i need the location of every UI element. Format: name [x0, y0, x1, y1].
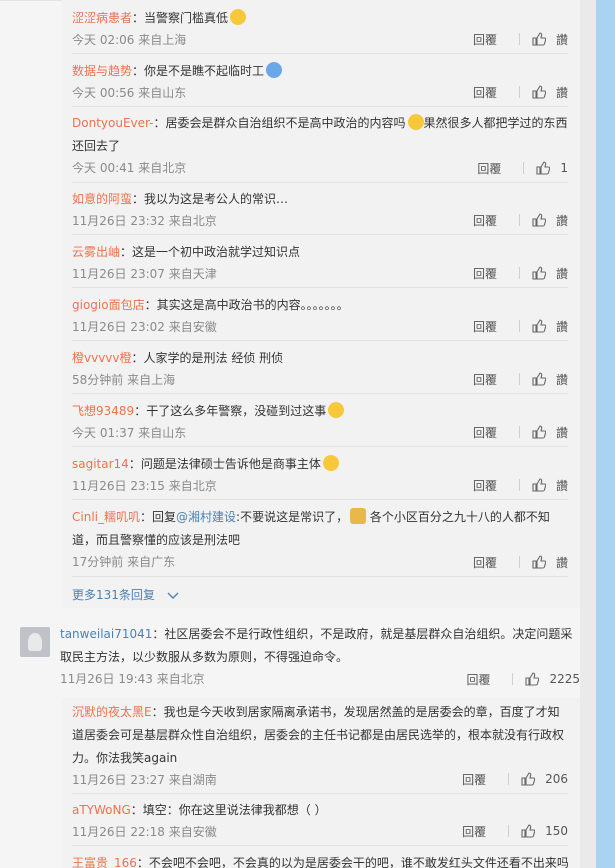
list-item: 云雾出岫：这是一个初中政治就学过知识点 11月26日 23:07 来自天津 回覆… — [72, 241, 568, 288]
list-item: 王富贵_166：不会吧不会吧，不会真的以为是居委会干的吧，谁不敢发红头文件还看不… — [72, 852, 568, 868]
list-item: 涩涩病患者：当警察门槛真低 今天 02:06 来自上海 回覆 讚 — [72, 7, 568, 54]
reply-button[interactable]: 回覆 — [473, 318, 497, 335]
more-replies-label[interactable]: 更多131条回复 — [72, 588, 155, 602]
page-side-bar — [596, 0, 615, 868]
reply-button[interactable]: 回覆 — [473, 84, 497, 101]
reply-username[interactable]: 飞想93489 — [72, 404, 134, 418]
emoji-icon — [322, 455, 339, 471]
like-label[interactable]: 讚 — [556, 318, 568, 335]
reply-text: ：你是不是瞧不起临时工 — [132, 64, 265, 78]
reply-text: ：这是一个初中政治就学过知识点 — [120, 245, 301, 259]
like-label[interactable]: 讚 — [556, 477, 568, 494]
reply-username[interactable]: giogio面包店 — [72, 298, 145, 312]
like-count[interactable]: 1 — [560, 161, 568, 175]
reply-text: ：问题是法律硕士告诉他是商事主体 — [128, 457, 321, 471]
reply-text: ：不会吧不会吧，不会真的以为是居委会干的吧，谁不敢发红头文件还看不出来吗 — [136, 856, 568, 868]
reply-text: ：居委会是群众自治组织不是高中政治的内容吗 — [153, 116, 406, 130]
like-label[interactable]: 讚 — [556, 554, 568, 571]
list-item: 沉默的夜太黑E：我也是今天收到居家隔离承诺书，发现居然盖的是居委会的章，百度了才… — [72, 701, 568, 794]
list-item: 飞想93489：干了这么多年警察，没碰到过这事 今天 01:37 来自山东 回覆… — [72, 400, 568, 447]
reply-username[interactable]: 云雾出岫 — [72, 245, 120, 259]
reply-button[interactable]: 回覆 — [473, 31, 497, 48]
thumbs-up-icon[interactable] — [532, 478, 546, 492]
reply-text: ：当警察门槛真低 — [132, 11, 229, 25]
avatar[interactable] — [20, 627, 50, 657]
thumbs-up-icon[interactable] — [532, 32, 546, 46]
thumbs-up-icon[interactable] — [532, 266, 546, 280]
list-item: 如意的阿蛮：我以为这是考公人的常识… 11月26日 23:32 来自北京 回覆 … — [72, 188, 568, 235]
reply-username[interactable]: 橙vvvvv橙 — [72, 351, 132, 365]
reply-text: ：填空：你在这里说法律我都想（ ） — [130, 803, 327, 817]
list-item: Cinli_糯叽叽：回复@湘村建设:不要说这是常识了， 各个小区百分之九十八的人… — [72, 506, 568, 577]
reply-text: :不要说这是常识了， — [236, 510, 349, 524]
thumbs-up-icon[interactable] — [532, 319, 546, 333]
emoji-icon — [328, 402, 345, 418]
thumbs-up-icon[interactable] — [525, 672, 540, 686]
list-item: aTYWoNG：填空：你在这里说法律我都想（ ） 11月26日 22:18 来自… — [72, 799, 568, 846]
chevron-down-icon — [167, 592, 179, 599]
thumbs-up-icon[interactable] — [521, 772, 536, 786]
list-item: sagitar14：问题是法律硕士告诉他是商事主体 11月26日 23:15 来… — [72, 453, 568, 500]
thumbs-up-icon[interactable] — [521, 824, 536, 838]
thumbs-up-icon[interactable] — [532, 555, 546, 569]
reply-button[interactable]: 回覆 — [466, 671, 490, 688]
reply-username[interactable]: aTYWoNG — [72, 803, 131, 817]
reply-username[interactable]: Cinli_糯叽叽 — [72, 510, 140, 524]
comment-item: tanweilai71041：社区居委会不是行政性组织，不是政府，就是基层群众自… — [60, 623, 580, 687]
scroll-gutter — [580, 0, 596, 868]
thumbs-up-icon[interactable] — [532, 85, 546, 99]
reply-button[interactable]: 回覆 — [477, 160, 501, 177]
reply-username[interactable]: 沉默的夜太黑E — [72, 705, 152, 719]
like-count[interactable]: 2225 — [549, 672, 580, 686]
like-label[interactable]: 讚 — [556, 84, 568, 101]
list-item: DontyouEver-：居委会是群众自治组织不是高中政治的内容吗 果然很多人都把… — [72, 112, 568, 183]
like-label[interactable]: 讚 — [556, 265, 568, 282]
reply-button[interactable]: 回覆 — [462, 823, 486, 840]
reply-username[interactable]: 王富贵_166 — [72, 856, 137, 868]
reply-button[interactable]: 回覆 — [473, 371, 497, 388]
like-count[interactable]: 206 — [545, 772, 568, 786]
emoji-icon — [230, 9, 247, 25]
reply-button[interactable]: 回覆 — [473, 212, 497, 229]
reply-username[interactable]: 如意的阿蛮 — [72, 192, 132, 206]
reply-username[interactable]: 涩涩病患者 — [72, 11, 132, 25]
reply-username[interactable]: sagitar14 — [72, 457, 129, 471]
comment-username[interactable]: tanweilai71041 — [60, 627, 152, 641]
reply-button[interactable]: 回覆 — [462, 771, 486, 788]
list-item: 数据与趋势：你是不是瞧不起临时工 今天 00:56 来自山东 回覆 讚 — [72, 60, 568, 107]
emoji-icon — [266, 62, 283, 78]
list-item: giogio面包店：其实这是高中政治书的内容。。。。。。。 11月26日 23:… — [72, 294, 568, 341]
thumbs-up-icon[interactable] — [536, 161, 551, 175]
like-label[interactable]: 讚 — [556, 212, 568, 229]
reply-button[interactable]: 回覆 — [473, 265, 497, 282]
reply-prefix: ：回复 — [140, 510, 177, 524]
reply-button[interactable]: 回覆 — [473, 424, 497, 441]
reply-text: ：我以为这是考公人的常识… — [132, 192, 289, 206]
mention-link[interactable]: @湘村建设 — [176, 510, 236, 524]
torch-emoji-icon — [350, 508, 367, 524]
thumbs-up-icon[interactable] — [532, 372, 546, 386]
reply-text: ：其实这是高中政治书的内容。。。。。。。 — [144, 298, 349, 312]
list-item: 橙vvvvv橙：人家学的是刑法 经侦 刑侦 58分钟前 来自上海 回覆 讚 — [72, 347, 568, 394]
more-replies-link[interactable]: 更多131条回复 — [72, 585, 179, 605]
reply-username[interactable]: DontyouEver- — [72, 116, 154, 130]
reply-button[interactable]: 回覆 — [473, 554, 497, 571]
like-label[interactable]: 讚 — [556, 371, 568, 388]
like-count[interactable]: 150 — [545, 824, 568, 838]
thumbs-up-icon[interactable] — [532, 213, 546, 227]
reply-text: ：人家学的是刑法 经侦 刑侦 — [131, 351, 284, 365]
emoji-icon — [407, 114, 424, 130]
like-label[interactable]: 讚 — [556, 31, 568, 48]
thumbs-up-icon[interactable] — [532, 425, 546, 439]
reply-username[interactable]: 数据与趋势 — [72, 64, 132, 78]
reply-button[interactable]: 回覆 — [473, 477, 497, 494]
like-label[interactable]: 讚 — [556, 424, 568, 441]
reply-text: ：干了这么多年警察，没碰到过这事 — [134, 404, 327, 418]
